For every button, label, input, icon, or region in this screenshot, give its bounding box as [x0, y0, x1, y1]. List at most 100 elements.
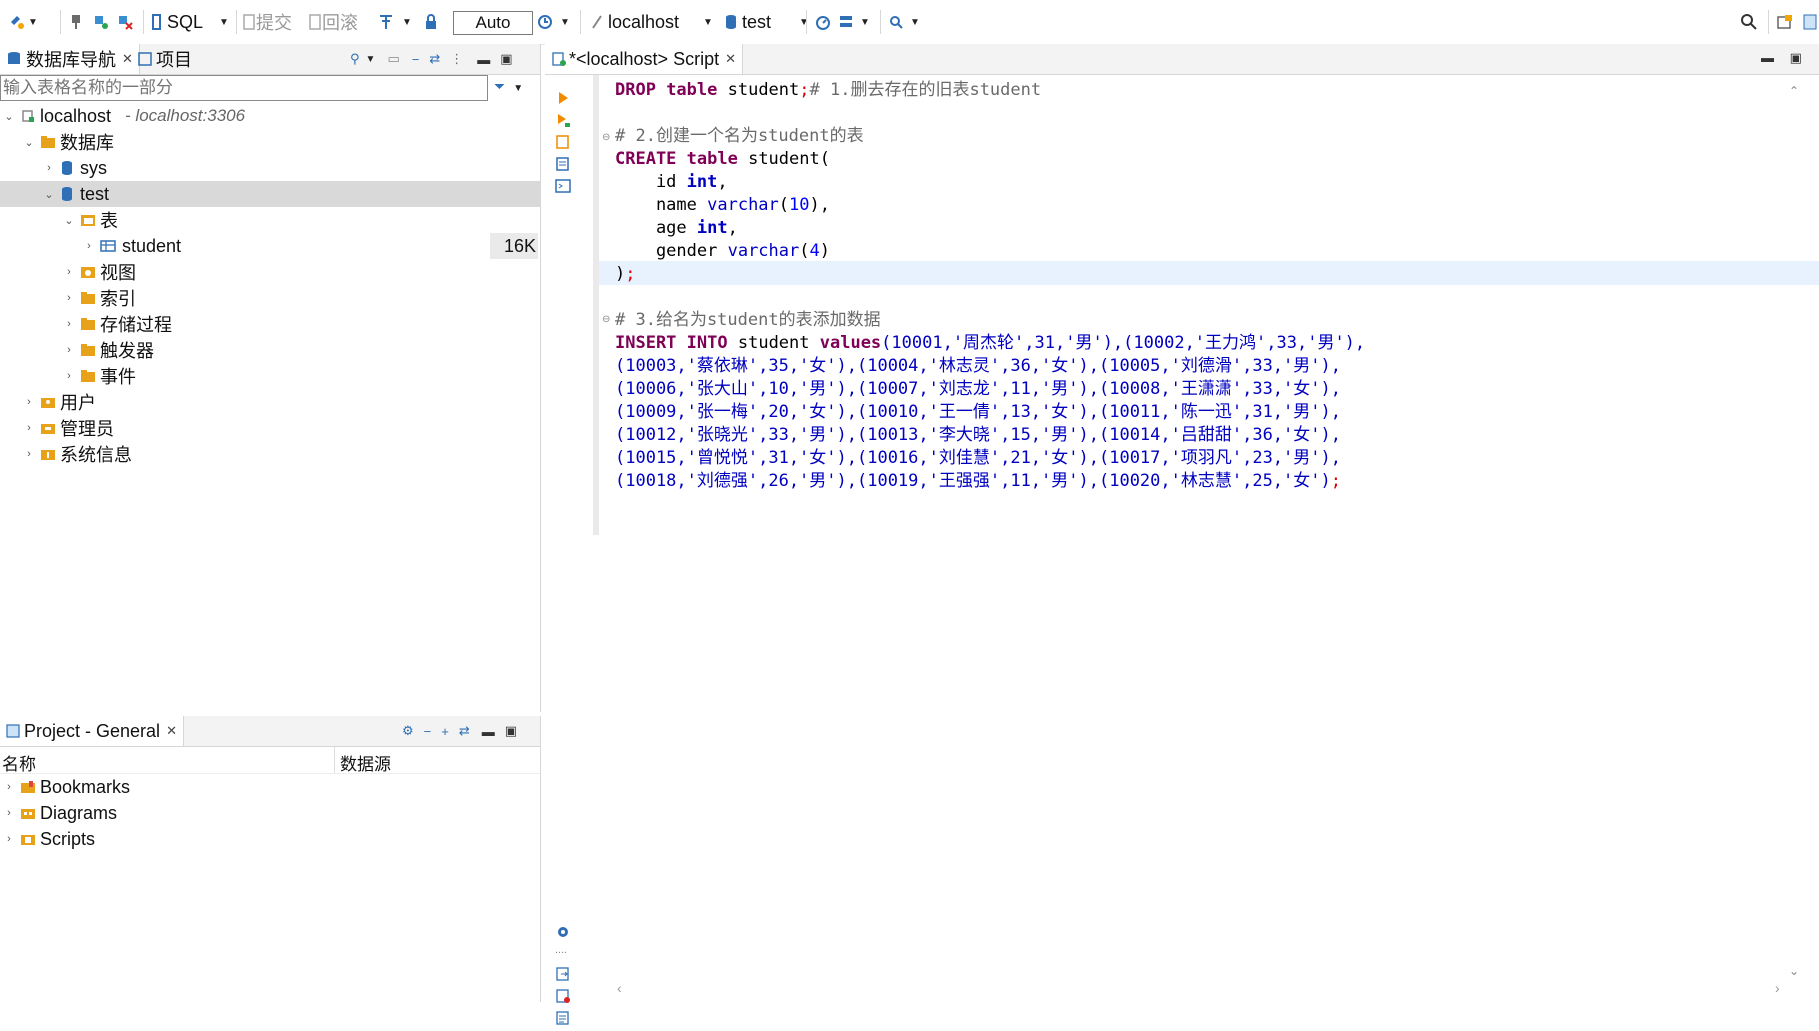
link-icon[interactable]: ⇄	[459, 723, 470, 739]
table-filter-input[interactable]	[0, 75, 488, 101]
chevron-right-icon[interactable]: ›	[22, 448, 36, 460]
collapse-icon[interactable]: ▭	[387, 51, 399, 67]
maximize-icon[interactable]: ▣	[500, 51, 512, 67]
close-icon[interactable]: ✕	[166, 723, 177, 739]
rollback-button[interactable]: 回滚	[308, 10, 358, 34]
dbeaver-perspective-button[interactable]	[1802, 10, 1818, 34]
tab-script[interactable]: *<localhost> Script ✕	[545, 44, 743, 74]
minus-icon[interactable]: −	[424, 724, 432, 739]
commit-label: 提交	[256, 13, 292, 33]
history-button[interactable]: ▼	[536, 10, 570, 34]
project-item-diagrams[interactable]: › Diagrams	[0, 800, 540, 826]
settings-icon[interactable]: ⚙	[402, 723, 414, 739]
find-button[interactable]: ▼	[888, 10, 920, 34]
chevron-right-icon[interactable]: ›	[2, 781, 16, 793]
script-icon	[552, 52, 566, 66]
project-item-bookmarks[interactable]: › Bookmarks	[0, 774, 540, 800]
chevron-right-icon[interactable]: ›	[62, 266, 76, 278]
tree-node-triggers[interactable]: › 触发器	[0, 337, 540, 363]
scroll-left-icon[interactable]: ‹	[617, 980, 622, 996]
editor-ruler	[593, 75, 599, 535]
scroll-up-icon[interactable]: ⌃	[1789, 84, 1799, 98]
reconnect-button[interactable]	[92, 10, 110, 34]
chevron-right-icon[interactable]: ›	[82, 240, 96, 252]
chevron-right-icon[interactable]: ›	[62, 370, 76, 382]
tree-node-events[interactable]: › 事件	[0, 363, 540, 389]
close-icon[interactable]: ✕	[725, 51, 736, 67]
link-icon[interactable]: ⇄	[429, 51, 440, 67]
tree-node-admins[interactable]: › 管理员	[0, 415, 540, 441]
chevron-right-icon[interactable]: ›	[62, 292, 76, 304]
new-connection-icon[interactable]: ⚲	[350, 51, 360, 67]
explain-button[interactable]	[555, 134, 571, 150]
minimize-icon[interactable]: ▬	[477, 52, 490, 67]
column-header-source[interactable]: 数据源	[340, 750, 391, 775]
fold-icon[interactable]: ⊖	[602, 132, 610, 143]
format-button[interactable]	[555, 156, 571, 172]
chevron-right-icon[interactable]: ›	[62, 344, 76, 356]
tab-project-general[interactable]: Project - General ✕	[0, 716, 184, 746]
maximize-icon[interactable]: ▣	[505, 723, 517, 739]
chevron-down-icon[interactable]: ⌄	[42, 188, 56, 201]
tree-node-student[interactable]: › student 16K	[0, 233, 540, 259]
scroll-right-icon[interactable]: ›	[1775, 980, 1780, 996]
plan-button[interactable]	[555, 1010, 571, 1026]
plus-icon[interactable]: +	[441, 724, 449, 739]
column-header-name[interactable]: 名称	[2, 750, 36, 775]
tree-node-users[interactable]: › 用户	[0, 389, 540, 415]
chevron-down-icon[interactable]: ⌄	[22, 136, 36, 149]
tree-node-tables[interactable]: ⌄ 表	[0, 207, 540, 233]
new-connection-button[interactable]: ▼	[8, 10, 38, 34]
tree-node-sysinfo[interactable]: › 系统信息	[0, 441, 540, 467]
commit-mode-box[interactable]: Auto	[453, 11, 533, 35]
navigator-button[interactable]: ▼	[838, 10, 870, 34]
lock-button[interactable]	[424, 10, 438, 34]
minimize-icon[interactable]: ▬	[482, 724, 495, 739]
fold-icon[interactable]: ⊖	[602, 314, 610, 325]
terminal-button[interactable]	[555, 178, 571, 194]
chevron-right-icon[interactable]: ›	[2, 833, 16, 845]
maximize-icon[interactable]: ▣	[1790, 50, 1802, 65]
tree-node-test[interactable]: ⌄ test	[0, 181, 540, 207]
node-label: sys	[80, 157, 107, 178]
node-label: 系统信息	[60, 445, 132, 465]
disconnect-button[interactable]	[116, 10, 134, 34]
output-button[interactable]	[555, 966, 571, 982]
sql-editor-button[interactable]: SQL ▼	[150, 10, 229, 34]
transaction-mode-button[interactable]: ▼	[378, 10, 412, 34]
chevron-right-icon[interactable]: ›	[22, 396, 36, 408]
chevron-down-icon[interactable]: ⌄	[62, 214, 76, 227]
run-script-button[interactable]	[555, 112, 571, 128]
connect-button[interactable]	[68, 10, 84, 34]
chevron-right-icon[interactable]: ›	[2, 807, 16, 819]
connection-selector[interactable]: localhost ▼	[590, 10, 713, 34]
chevron-right-icon[interactable]: ›	[42, 162, 56, 174]
global-search-button[interactable]	[1740, 10, 1758, 34]
database-selector[interactable]: test ▼	[724, 10, 809, 34]
minimize-icon[interactable]: ▬	[1761, 50, 1774, 65]
chevron-down-icon[interactable]: ▼	[366, 54, 376, 65]
chevron-down-icon: ▼	[513, 83, 524, 94]
minus-icon[interactable]: −	[412, 52, 420, 67]
tab-projects[interactable]: 项目	[132, 44, 198, 74]
menu-icon[interactable]: ⋮	[450, 51, 463, 67]
perspective-button[interactable]	[1776, 10, 1794, 34]
run-statement-button[interactable]	[555, 90, 571, 106]
commit-button[interactable]: 提交	[242, 10, 292, 34]
tree-node-databases[interactable]: ⌄ 数据库	[0, 129, 540, 155]
tree-node-sys[interactable]: › sys	[0, 155, 540, 181]
tree-node-host[interactable]: ⌄ localhost - localhost:3306	[0, 103, 540, 129]
filter-button[interactable]: ⏷ ▼	[494, 78, 523, 95]
tree-node-procedures[interactable]: › 存储过程	[0, 311, 540, 337]
dashboard-button[interactable]	[814, 10, 832, 34]
scroll-down-icon[interactable]: ⌄	[1789, 964, 1799, 978]
project-item-scripts[interactable]: › Scripts	[0, 826, 540, 852]
chevron-right-icon[interactable]: ›	[22, 422, 36, 434]
chevron-right-icon[interactable]: ›	[62, 318, 76, 330]
tab-database-navigator[interactable]: 数据库导航 ✕	[0, 44, 140, 74]
rollback-label: 回滚	[322, 13, 358, 33]
tree-node-views[interactable]: › 视图	[0, 259, 540, 285]
tree-node-indexes[interactable]: › 索引	[0, 285, 540, 311]
chevron-down-icon[interactable]: ⌄	[2, 110, 16, 123]
settings-button[interactable]	[555, 924, 571, 940]
